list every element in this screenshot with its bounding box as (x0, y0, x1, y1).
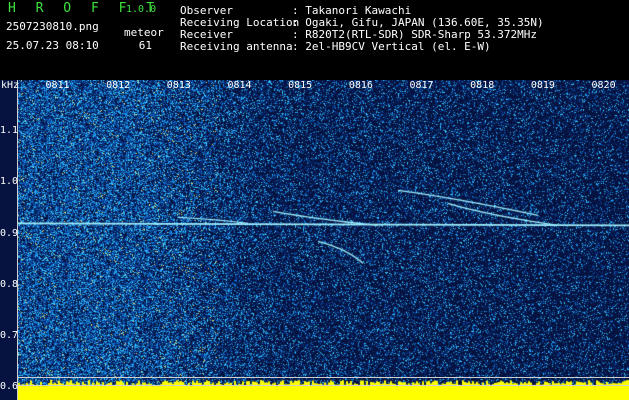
meteor-count: 61 (138, 39, 152, 52)
app-version: 1.0.0 (126, 4, 157, 15)
y-tick-label: 1.0 (0, 176, 19, 188)
y-tick-label: 0.8 (0, 278, 19, 290)
file-name: 2507230810.png (6, 20, 99, 33)
hrofft-window: H R O F F T 1.0.0 2507230810.png 25.07.2… (0, 0, 629, 400)
reference-line-upper (18, 376, 629, 378)
x-tick-label: 0812 (106, 80, 131, 91)
y-tick-label: 0.7 (0, 330, 19, 341)
header-panel: H R O F F T 1.0.0 2507230810.png 25.07.2… (0, 0, 629, 80)
x-tick-label: 0820 (591, 80, 616, 91)
meteor-label: meteor (124, 26, 164, 39)
x-tick-label: 0813 (166, 80, 191, 91)
capture-datetime: 25.07.23 08:10 (6, 39, 99, 52)
y-tick-label: 0.9 (0, 227, 19, 239)
x-tick-label: 0811 (45, 80, 70, 91)
x-tick-label: 0818 (470, 80, 495, 91)
reference-line-lower (18, 384, 629, 386)
x-tick-label: 0816 (348, 80, 373, 91)
x-tick-label: 0819 (530, 80, 555, 91)
info-value-antenna: : 2el-HB9CV Vertical (el. E-W) (292, 40, 491, 53)
x-tick-label: 0817 (409, 80, 434, 91)
y-tick-label: 0.6 (0, 381, 19, 393)
x-tick-label: 0815 (288, 80, 313, 91)
spectrogram-panel: kHz 1.1 1.0 0.9 0.8 0.7 0.6 0811 0812 0813 0814 0… (0, 80, 629, 400)
info-label-antenna: Receiving antenna (180, 40, 293, 53)
y-tick-label: 1.1 (0, 125, 19, 137)
y-axis-unit: kHz (1, 80, 20, 91)
spectrogram-canvas (18, 80, 629, 400)
x-tick-label: 0814 (227, 80, 252, 91)
